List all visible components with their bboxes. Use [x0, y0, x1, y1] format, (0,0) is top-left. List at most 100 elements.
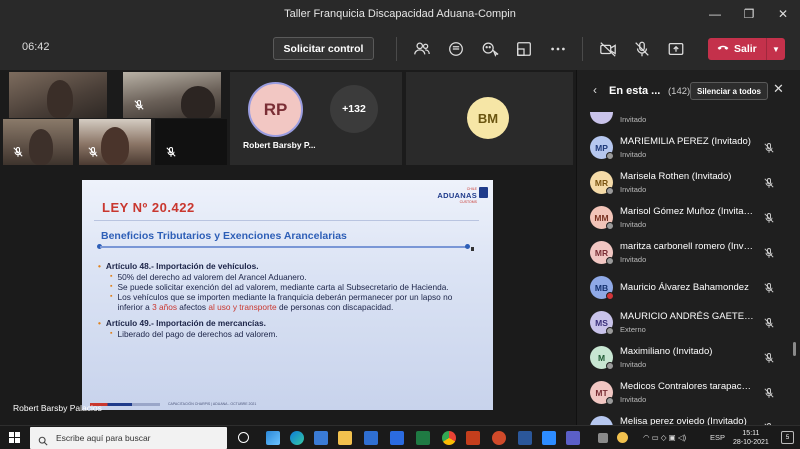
mic-off-icon[interactable] [633, 40, 651, 58]
mic-off-icon [12, 145, 24, 157]
participant-silhouette [29, 129, 53, 165]
highlight-text: 3 años [152, 302, 177, 312]
word-icon[interactable] [518, 431, 532, 445]
close-panel-icon[interactable]: ✕ [773, 81, 784, 97]
language-indicator[interactable]: ESP [710, 433, 725, 442]
back-chevron-icon[interactable]: ‹ [593, 83, 597, 97]
participant-row[interactable]: MM Marisol Gómez Muñoz (Invitado) Invitado [577, 202, 800, 237]
windows-taskbar: Escribe aquí para buscar ◠ ▭ ◇ ▣ ◁) ESP … [0, 425, 800, 449]
participant-row[interactable]: MR maritza carbonell romero (Invitado) Inv… [577, 237, 800, 272]
participant-name: Medicos Contralores tarapaca... [620, 381, 754, 392]
more-options-icon[interactable] [549, 40, 567, 58]
windows-start-icon[interactable] [9, 432, 21, 444]
participant-name: Maximiliano (Invitado) [620, 346, 713, 357]
participant-name: MARIEMILIA PEREZ (Invitado) [620, 136, 751, 147]
close-window-button[interactable]: ✕ [766, 0, 800, 28]
participant-row[interactable]: Melisa perez oviedo (Invitado) [577, 412, 800, 425]
folder-icon[interactable] [338, 431, 352, 445]
participant-video-tile[interactable] [79, 119, 151, 165]
app-icon[interactable] [617, 432, 628, 443]
list-item: ▪ Los vehículos que se importen mediante… [98, 292, 473, 312]
participants-icon[interactable] [413, 40, 431, 58]
presence-indicator [606, 187, 614, 195]
mail-icon[interactable] [364, 431, 378, 445]
participant-silhouette [47, 80, 73, 118]
maximize-button[interactable]: ❐ [732, 0, 766, 28]
panel-header: ‹ En esta ... (142) Silenciar a todos ✕ [577, 80, 800, 102]
participant-status: Externo [620, 325, 646, 334]
participant-video-tile[interactable] [9, 72, 107, 118]
meeting-toolbar: 06:42 Solicitar control Salir ▼ [0, 28, 800, 89]
toolbar-divider [396, 37, 397, 61]
more-participants-badge[interactable]: +132 [330, 85, 378, 133]
cortana-icon[interactable] [238, 432, 249, 443]
reactions-icon[interactable] [481, 40, 499, 58]
participant-silhouette [181, 86, 215, 118]
footer-text: CAPACITACIÓN CHARPIS | ADUANA - OCTUBRE … [168, 402, 257, 406]
taskbar-search[interactable]: Escribe aquí para buscar [30, 427, 227, 449]
speaker-name: Robert Barsby P... [243, 140, 316, 150]
participant-row[interactable]: MT Medicos Contralores tarapaca... Invitad… [577, 377, 800, 412]
taskbar-clock[interactable]: 15:11 28-10-2021 [733, 429, 769, 447]
bullet-text-part: afectos [177, 302, 209, 312]
store-icon[interactable] [314, 431, 328, 445]
participant-video-tile[interactable] [123, 72, 221, 118]
excel-icon[interactable] [416, 431, 430, 445]
mic-off-icon[interactable] [763, 246, 775, 258]
mouse-cursor [471, 247, 474, 251]
list-item: ▪ Se puede solicitar exención del ad valo… [110, 282, 449, 292]
leave-button[interactable]: Salir ▼ [708, 38, 785, 60]
mic-off-icon[interactable] [763, 141, 775, 153]
participant-row[interactable]: MP MARIEMILIA PEREZ (Invitado) Invitado [577, 132, 800, 167]
logo-subtitle: CUSTOMS [459, 200, 477, 204]
participant-status: Invitado [620, 150, 647, 159]
meeting-stage: RP +132 Robert Barsby P... BM LEY Nº 20.… [0, 70, 576, 425]
chat-icon[interactable] [447, 40, 465, 58]
participant-status: Invitado [620, 395, 647, 404]
zoom-icon[interactable] [542, 431, 556, 445]
leave-button-main[interactable]: Salir [708, 43, 766, 56]
notification-center-icon[interactable]: 5 [781, 431, 794, 444]
participant-row[interactable]: MR Marisela Rothen (Invitado) Invitado [577, 167, 800, 202]
camera-off-icon[interactable] [599, 40, 617, 58]
request-control-button[interactable]: Solicitar control [273, 37, 374, 60]
mic-off-icon[interactable] [763, 281, 775, 293]
mute-all-button[interactable]: Silenciar a todos [690, 82, 768, 100]
mic-off-icon[interactable] [763, 211, 775, 223]
app-icon[interactable] [598, 433, 608, 443]
participant-row[interactable]: M Maximiliano (Invitado) Invitado [577, 342, 800, 377]
leave-options-chevron[interactable]: ▼ [766, 38, 785, 60]
taskview-app-icon[interactable] [266, 431, 280, 445]
participant-blank-tile[interactable] [155, 119, 227, 165]
bullet-text: Liberado del pago de derechos ad valorem… [117, 329, 278, 339]
mic-off-icon[interactable] [763, 176, 775, 188]
rooms-icon[interactable] [515, 40, 533, 58]
participant-status: Invitado [620, 115, 647, 124]
title-bar: Taller Franquicia Discapacidad Aduana-Co… [0, 0, 800, 28]
participant-name: Marisol Gómez Muñoz (Invitado) [620, 206, 754, 217]
minimize-button[interactable]: — [698, 0, 732, 28]
toolbar-divider [582, 37, 583, 61]
list-item: ▪ Liberado del pago de derechos ad valore… [110, 329, 278, 339]
edge-icon[interactable] [290, 431, 304, 445]
mic-off-icon[interactable] [763, 316, 775, 328]
share-screen-icon[interactable] [667, 40, 685, 58]
list-item[interactable]: Invitado [577, 112, 800, 132]
teams-icon[interactable] [566, 431, 580, 445]
presence-indicator [606, 257, 614, 265]
participant-name: MAURICIO ANDRÉS GAETE S... [620, 311, 754, 322]
tray-icons[interactable]: ◠ ▭ ◇ ▣ ◁) [643, 433, 686, 442]
participant-video-tile[interactable] [3, 119, 73, 165]
participant-row[interactable]: MB Mauricio Álvarez Bahamondez [577, 272, 800, 307]
powerpoint-icon[interactable] [466, 431, 480, 445]
mic-off-icon[interactable] [763, 386, 775, 398]
participant-row[interactable]: MS MAURICIO ANDRÉS GAETE S... Externo [577, 307, 800, 342]
app-icon[interactable] [492, 431, 506, 445]
dropbox-icon[interactable] [390, 431, 404, 445]
article-heading: • Artículo 49.- Importación de mercancías… [98, 318, 266, 328]
phone-hangup-icon [717, 43, 729, 56]
scrollbar[interactable] [793, 342, 796, 356]
chrome-icon[interactable] [442, 431, 456, 445]
participants-panel: ‹ En esta ... (142) Silenciar a todos ✕ … [576, 70, 800, 425]
mic-off-icon[interactable] [763, 351, 775, 363]
